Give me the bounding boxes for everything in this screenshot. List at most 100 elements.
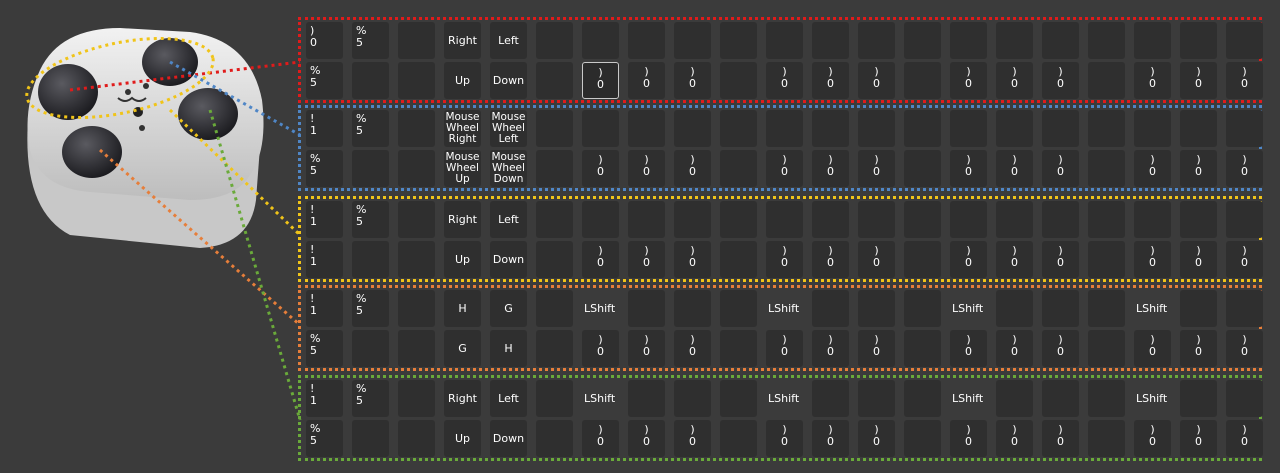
- group-blue-r2-empty-2[interactable]: [904, 150, 941, 187]
- group-yellow-r2-key3[interactable]: [398, 241, 435, 278]
- group-green-r2-value-4[interactable]: ) 0: [812, 420, 849, 457]
- group-yellow-r2-value-1[interactable]: ) 0: [628, 241, 665, 278]
- group-red-r1-empty-0[interactable]: [536, 22, 573, 59]
- group-green-r2-value-6[interactable]: ) 0: [950, 420, 987, 457]
- group-green-r2-empty-2[interactable]: [904, 420, 941, 457]
- group-blue-r1-key2[interactable]: % 5: [352, 110, 389, 147]
- group-green-r1-empty-3[interactable]: [1088, 380, 1125, 417]
- group-red-r2-value-9[interactable]: ) 0: [1134, 62, 1171, 99]
- group-red-r2-value-5[interactable]: ) 0: [858, 62, 895, 99]
- group-yellow-r1-slot-9[interactable]: [1134, 201, 1171, 238]
- group-yellow-r2-value-7[interactable]: ) 0: [996, 241, 1033, 278]
- group-green-r1-key4[interactable]: Right: [444, 380, 481, 417]
- group-blue-r2-key2[interactable]: [352, 150, 389, 187]
- group-blue-r1-slot-10[interactable]: [1180, 110, 1217, 147]
- group-green-r2-value-0[interactable]: ) 0: [582, 420, 619, 457]
- group-green-r1-slot-11[interactable]: [1226, 380, 1263, 417]
- group-green-r1-slot-7[interactable]: [996, 380, 1033, 417]
- group-yellow-r1-slot-5[interactable]: [858, 201, 895, 238]
- group-green-r2-key5[interactable]: Down: [490, 420, 527, 457]
- group-red-r2-value-3[interactable]: ) 0: [766, 62, 803, 99]
- group-yellow-r1-key5[interactable]: Left: [490, 201, 527, 238]
- group-red-r1-slot-7[interactable]: [996, 22, 1033, 59]
- group-green-r2-value-1[interactable]: ) 0: [628, 420, 665, 457]
- group-blue-r1-slot-5[interactable]: [858, 110, 895, 147]
- group-orange-r1-empty-3[interactable]: [1088, 290, 1125, 327]
- group-orange-r1-slot-7[interactable]: [996, 290, 1033, 327]
- group-orange-r2-key5[interactable]: H: [490, 330, 527, 367]
- group-orange-r1-key1[interactable]: ! 1: [306, 290, 343, 327]
- group-orange-r1-key2[interactable]: % 5: [352, 290, 389, 327]
- group-blue-r2-key5[interactable]: Mouse Wheel Down: [490, 150, 527, 187]
- group-red-r1-empty-2[interactable]: [904, 22, 941, 59]
- group-red-r1-empty-1[interactable]: [720, 22, 757, 59]
- group-orange-r1-shift-3[interactable]: LShift: [766, 290, 811, 327]
- group-blue-r2-value-3[interactable]: ) 0: [766, 150, 803, 187]
- group-yellow-r2-empty-2[interactable]: [904, 241, 941, 278]
- group-green-r2-empty-3[interactable]: [1088, 420, 1125, 457]
- group-red-r2-value-0[interactable]: ) 0: [582, 62, 619, 99]
- group-blue-r2-key3[interactable]: [398, 150, 435, 187]
- group-blue-r1-slot-9[interactable]: [1134, 110, 1171, 147]
- group-orange-r2-value-7[interactable]: ) 0: [996, 330, 1033, 367]
- group-green-r1-key2[interactable]: % 5: [352, 380, 389, 417]
- group-orange-r2-value-3[interactable]: ) 0: [766, 330, 803, 367]
- group-green-r1-key1[interactable]: ! 1: [306, 380, 343, 417]
- group-red-r2-value-1[interactable]: ) 0: [628, 62, 665, 99]
- group-red-r1-slot-1[interactable]: [628, 22, 665, 59]
- group-green-r1-key5[interactable]: Left: [490, 380, 527, 417]
- group-blue-r2-value-7[interactable]: ) 0: [996, 150, 1033, 187]
- group-blue-r2-value-11[interactable]: ) 0: [1226, 150, 1263, 187]
- group-orange-r1-key4[interactable]: H: [444, 290, 481, 327]
- group-red-r2-value-10[interactable]: ) 0: [1180, 62, 1217, 99]
- group-red-r2-empty-0[interactable]: [536, 62, 573, 99]
- group-red-r2-key5[interactable]: Down: [490, 62, 527, 99]
- group-red-r2-empty-3[interactable]: [1088, 62, 1125, 99]
- group-blue-r1-key3[interactable]: [398, 110, 435, 147]
- group-yellow-r2-value-11[interactable]: ) 0: [1226, 241, 1263, 278]
- group-yellow-r1-slot-7[interactable]: [996, 201, 1033, 238]
- group-orange-r1-slot-5[interactable]: [858, 290, 895, 327]
- group-red-r1-slot-10[interactable]: [1180, 22, 1217, 59]
- group-yellow-r1-empty-2[interactable]: [904, 201, 941, 238]
- group-green-r1-slot-10[interactable]: [1180, 380, 1217, 417]
- group-blue-r2-value-6[interactable]: ) 0: [950, 150, 987, 187]
- group-yellow-r2-empty-3[interactable]: [1088, 241, 1125, 278]
- group-green-r2-value-11[interactable]: ) 0: [1226, 420, 1263, 457]
- group-blue-r1-empty-2[interactable]: [904, 110, 941, 147]
- group-green-r2-value-5[interactable]: ) 0: [858, 420, 895, 457]
- group-red-r1-slot-3[interactable]: [766, 22, 803, 59]
- group-blue-r2-value-5[interactable]: ) 0: [858, 150, 895, 187]
- group-blue-r2-key4[interactable]: Mouse Wheel Up: [444, 150, 481, 187]
- group-orange-r1-shift-6[interactable]: LShift: [950, 290, 995, 327]
- group-orange-r2-value-4[interactable]: ) 0: [812, 330, 849, 367]
- group-green-r2-key2[interactable]: [352, 420, 389, 457]
- group-blue-r2-value-1[interactable]: ) 0: [628, 150, 665, 187]
- group-blue-r1-key4[interactable]: Mouse Wheel Right: [444, 110, 481, 147]
- group-red-r1-key3[interactable]: [398, 22, 435, 59]
- group-red-r2-value-6[interactable]: ) 0: [950, 62, 987, 99]
- group-red-r2-key3[interactable]: [398, 62, 435, 99]
- group-red-r2-empty-1[interactable]: [720, 62, 757, 99]
- group-blue-r1-slot-6[interactable]: [950, 110, 987, 147]
- group-orange-r2-empty-0[interactable]: [536, 330, 573, 367]
- group-orange-r2-key4[interactable]: G: [444, 330, 481, 367]
- group-green-r2-value-8[interactable]: ) 0: [1042, 420, 1079, 457]
- group-red-r1-slot-9[interactable]: [1134, 22, 1171, 59]
- group-yellow-r1-slot-11[interactable]: [1226, 201, 1263, 238]
- group-blue-r2-value-4[interactable]: ) 0: [812, 150, 849, 187]
- group-yellow-r1-key4[interactable]: Right: [444, 201, 481, 238]
- group-blue-r2-value-0[interactable]: ) 0: [582, 150, 619, 187]
- group-orange-r1-empty-0[interactable]: [536, 290, 573, 327]
- group-green-r2-value-7[interactable]: ) 0: [996, 420, 1033, 457]
- group-blue-r1-slot-0[interactable]: [582, 110, 619, 147]
- group-red-r1-slot-6[interactable]: [950, 22, 987, 59]
- group-orange-r1-empty-2[interactable]: [904, 290, 941, 327]
- group-red-r1-empty-3[interactable]: [1088, 22, 1125, 59]
- group-green-r1-shift-3[interactable]: LShift: [766, 380, 811, 417]
- group-red-r2-value-4[interactable]: ) 0: [812, 62, 849, 99]
- group-orange-r2-value-6[interactable]: ) 0: [950, 330, 987, 367]
- group-orange-r1-key5[interactable]: G: [490, 290, 527, 327]
- group-green-r2-value-9[interactable]: ) 0: [1134, 420, 1171, 457]
- group-green-r2-value-2[interactable]: ) 0: [674, 420, 711, 457]
